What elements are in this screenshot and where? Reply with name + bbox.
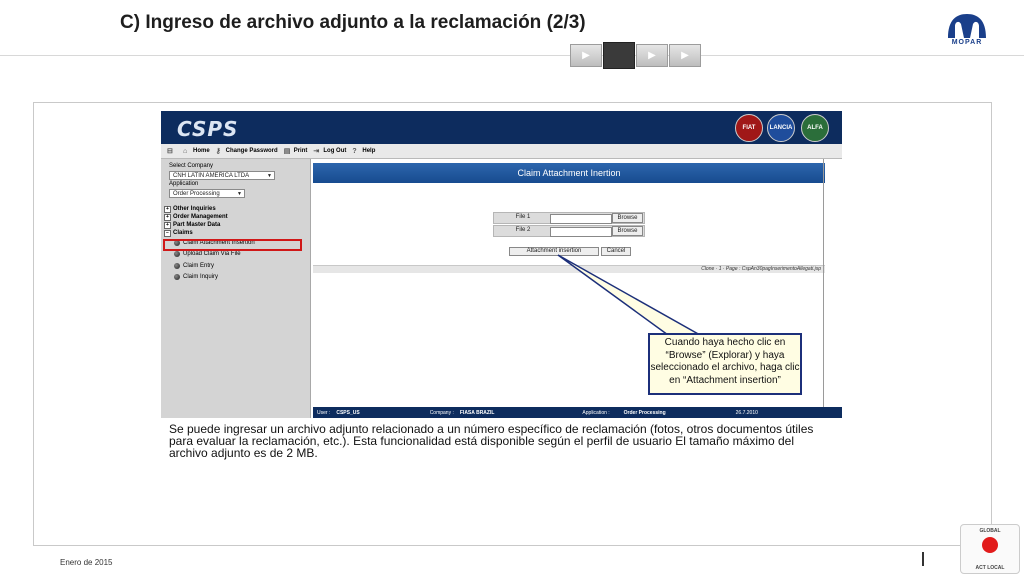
- badge-bottom-text: ACT LOCAL: [975, 565, 1005, 571]
- description-text: Se puede ingresar un archivo adjunto rel…: [169, 422, 814, 460]
- footer-divider: [922, 552, 924, 566]
- person-icon: [982, 537, 998, 553]
- instruction-callout: Cuando haya hecho clic en “Browse” (Expl…: [648, 333, 802, 395]
- callout-tail: [557, 254, 703, 336]
- badge-top-text: GLOBAL: [979, 528, 1001, 534]
- callout-pointer: [557, 254, 703, 336]
- slide-footer-date: Enero de 2015: [60, 558, 113, 567]
- global-act-local-badge: GLOBAL ACT LOCAL: [960, 524, 1020, 574]
